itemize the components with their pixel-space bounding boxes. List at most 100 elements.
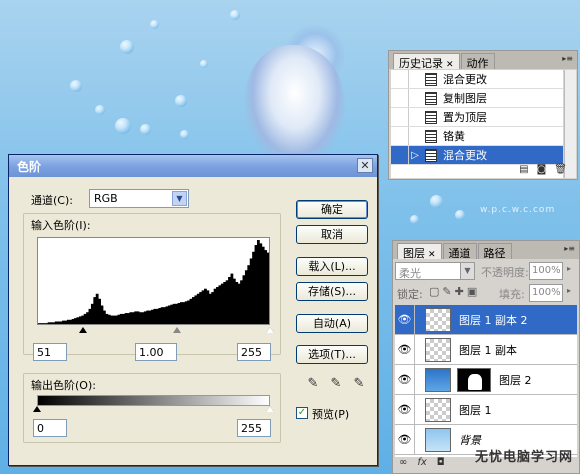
ok-button[interactable]: 确定 [296,200,368,219]
layer-row[interactable]: 👁 图层 1 副本 [395,334,577,365]
black-eyedropper-icon[interactable]: ✎ [306,377,320,391]
history-item[interactable]: 置为顶层 [391,108,563,127]
history-item-label: 置为顶层 [443,111,487,124]
input-gamma-handle[interactable] [173,327,181,333]
chevron-down-icon[interactable]: ▼ [172,191,187,206]
output-white-handle[interactable] [266,406,274,412]
options-button[interactable]: 选项(T)... [296,345,368,364]
eye-icon[interactable]: 👁 [395,304,415,335]
histogram-bar [90,303,94,324]
history-scrollbar[interactable] [564,70,576,178]
trash-icon[interactable]: 🗑 [554,164,567,178]
chevron-right-icon[interactable]: ▸ [567,264,571,273]
histogram-bar [88,308,92,324]
histogram-bar [54,321,58,324]
history-item-label: 混合更改 [443,73,487,86]
bubble [70,80,82,92]
history-item[interactable]: 混合更改 [391,70,563,89]
channel-select[interactable]: RGB ▼ [89,189,189,208]
fill-field[interactable]: 100% [529,284,563,302]
histogram-bar [199,292,203,324]
histogram-bar [228,276,231,324]
layer-row[interactable]: 👁 图层 1 副本 2 [395,304,577,335]
load-button[interactable]: 载入(L)... [296,257,368,276]
histogram-bar [259,243,263,324]
input-gamma-field[interactable]: 1.00 [135,343,177,361]
history-step-icon [425,148,437,162]
panel-menu-icon[interactable]: ▸≡ [564,244,575,253]
tab-layers[interactable]: 图层 ✕ [397,243,442,260]
bubble [200,60,208,68]
histogram-bar [153,308,157,324]
input-white-field[interactable]: 255 [237,343,271,361]
histogram-bar [252,251,255,324]
snapshot-toggle[interactable] [391,146,409,164]
output-levels-slider[interactable] [33,406,274,414]
snapshot-toggle[interactable] [391,127,409,145]
chevron-right-icon[interactable]: ▸ [567,286,571,295]
output-black-field[interactable]: 0 [33,419,67,437]
bubble [410,215,419,224]
layer-thumbnail [425,307,451,332]
layer-row[interactable]: 👁 图层 2 [395,364,577,395]
tab-history-label: 历史记录 [399,57,443,70]
blend-mode-select[interactable]: 柔光 ▼ [395,262,475,280]
fill-label: 填充: [499,288,525,301]
eye-icon[interactable]: 👁 [395,364,415,395]
histogram-bar [192,297,195,324]
eye-icon[interactable]: 👁 [395,424,415,455]
tab-history[interactable]: 历史记录 ✕ [393,53,460,70]
input-white-point-handle[interactable] [266,327,274,333]
tab-channels[interactable]: 通道 [442,243,477,260]
snapshot-toggle[interactable] [391,108,409,126]
histogram-bar [59,321,63,324]
output-white-field[interactable]: 255 [237,419,271,437]
history-footer: ▤ ◙ 🗑 [391,164,575,178]
history-item[interactable]: 铬黄 [391,127,563,146]
layer-row[interactable]: 👁 图层 1 [395,394,577,425]
eye-icon[interactable]: 👁 [395,334,415,365]
tab-actions[interactable]: 动作 [460,53,495,70]
histogram-bar [182,302,186,324]
layer-mask-thumbnail[interactable] [457,367,491,392]
white-eyedropper-icon[interactable]: ✎ [352,377,366,391]
history-item-label: 复制图层 [443,92,487,105]
output-black-handle[interactable] [33,406,41,412]
input-levels-slider[interactable] [37,327,274,335]
close-icon[interactable]: ✕ [357,158,373,173]
link-layers-icon[interactable]: ∞ [399,457,407,471]
lock-icons[interactable]: ▢✎✚▣ [429,285,480,298]
histogram-bar [237,283,241,324]
tab-actions-label: 动作 [466,57,489,70]
new-snapshot-icon[interactable]: ◙ [537,164,547,178]
snapshot-toggle[interactable] [391,70,409,88]
save-button[interactable]: 存储(S)... [296,282,368,301]
auto-button[interactable]: 自动(A) [296,314,368,333]
histogram-bar [98,298,101,324]
blend-mode-value: 柔光 [399,267,421,280]
add-mask-icon[interactable]: ◘ [437,457,445,471]
gray-eyedropper-icon[interactable]: ✎ [329,377,343,391]
histogram-bar [211,292,215,324]
close-icon[interactable]: ✕ [446,60,454,70]
chevron-down-icon[interactable]: ▼ [460,263,474,279]
history-item-label: 混合更改 [443,149,487,162]
eye-icon[interactable]: 👁 [395,394,415,425]
history-item[interactable]: 复制图层 [391,89,563,108]
histogram-bar [76,317,80,324]
history-item[interactable]: ▷ 混合更改 [391,146,563,165]
levels-dialog-titlebar[interactable]: 色阶 ✕ [9,155,377,177]
tab-paths[interactable]: 路径 [477,243,512,260]
histogram-bar [146,310,150,324]
close-icon[interactable]: ✕ [428,250,436,260]
preview-checkbox[interactable]: ✓ [296,407,308,419]
input-black-point-handle[interactable] [79,327,87,333]
panel-menu-icon[interactable]: ▸≡ [562,54,573,63]
input-black-field[interactable]: 51 [33,343,67,361]
layer-style-icon[interactable]: fx [417,457,426,471]
cancel-button[interactable]: 取消 [296,225,368,244]
opacity-field[interactable]: 100% [529,262,563,280]
new-document-icon[interactable]: ▤ [519,164,528,178]
snapshot-toggle[interactable] [391,89,409,107]
histogram-bar [143,311,147,324]
